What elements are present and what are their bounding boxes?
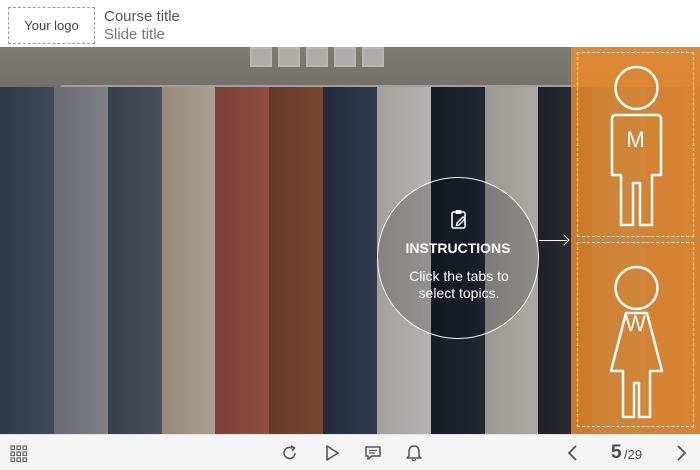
chevron-right-icon[interactable] [671,443,691,463]
comment-icon[interactable] [363,443,383,463]
logo-placeholder: Your logo [8,7,95,44]
grid-menu-icon[interactable] [9,443,29,463]
total-pages: /29 [624,447,643,462]
woman-figure-icon [609,265,664,419]
bell-icon[interactable] [404,443,424,463]
slide-stage: INSTRUCTIONS Click the tabs to select to… [0,47,700,434]
chevron-left-icon[interactable] [563,443,583,463]
tab-men[interactable]: M [577,52,694,237]
instructions-circle: INSTRUCTIONS Click the tabs to select to… [377,177,539,339]
course-title: Course title [104,8,180,25]
instructions-text: Click the tabs to select topics. [409,268,509,301]
header-bar: Your logo Course title Slide title [0,0,700,47]
instructions-heading: INSTRUCTIONS [405,240,511,256]
current-page-number: 5 [611,442,622,463]
tab-men-label: M [626,127,645,152]
tab-women[interactable]: W [577,242,694,427]
logo-text: Your logo [24,18,79,33]
replay-icon[interactable] [280,443,300,463]
slide-title: Slide title [104,26,165,43]
tab-women-label: W [625,311,646,336]
play-icon[interactable] [322,443,342,463]
topic-tabs-panel: M W [571,47,700,434]
player-controls: 5 /29 [0,434,700,470]
clipboard-edit-icon [451,210,466,229]
